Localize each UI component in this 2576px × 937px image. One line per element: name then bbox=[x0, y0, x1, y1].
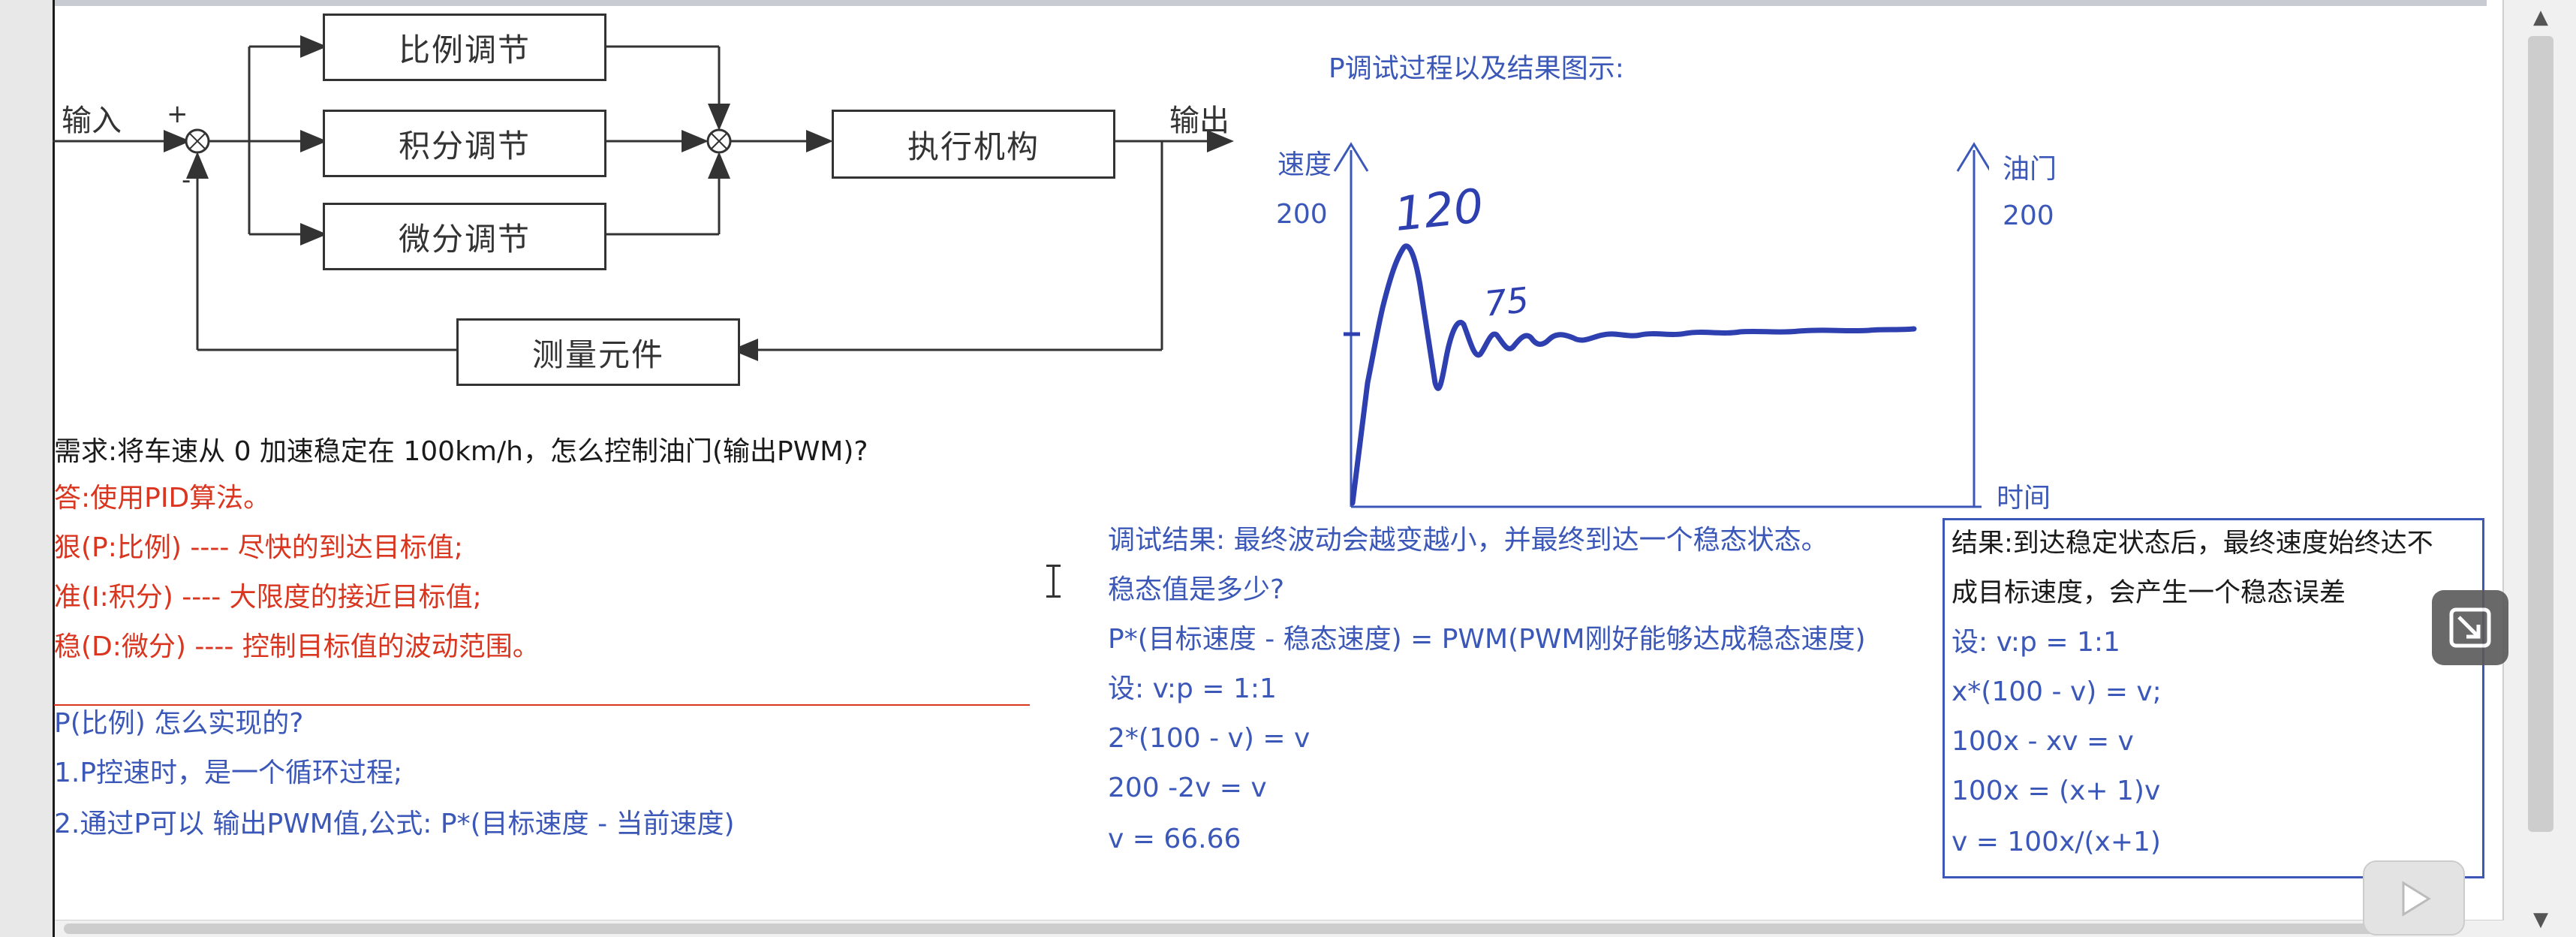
requirement-text: 需求:将车速从 0 加速稳定在 100km/h，怎么控制油门(输出PWM)? bbox=[54, 436, 868, 467]
speed-response-curve bbox=[1350, 243, 1917, 506]
assume-text: 设: v:p = 1:1 bbox=[1108, 673, 1277, 704]
proportional-block: 比例调节 bbox=[323, 14, 606, 81]
question-text: 稳态值是多少? bbox=[1108, 574, 1285, 605]
play-button[interactable] bbox=[2363, 860, 2465, 935]
sensor-block: 测量元件 bbox=[456, 318, 740, 386]
play-icon bbox=[2402, 881, 2431, 917]
d-term-text: 稳(D:微分) ---- 控制目标值的波动范围。 bbox=[54, 631, 540, 662]
horizontal-scroll-thumb[interactable] bbox=[64, 923, 2451, 934]
text-cursor-icon-top bbox=[1046, 565, 1061, 567]
speed-axis-value: 200 bbox=[1276, 199, 1328, 230]
scroll-down-icon[interactable]: ▼ bbox=[2528, 907, 2553, 932]
p-how-title: P(比例) 怎么实现的? bbox=[54, 708, 304, 739]
box-equation-1: x*(100 - v) = v; bbox=[1952, 676, 2162, 707]
peak2-annotation: 75 bbox=[1482, 279, 1531, 324]
output-label: 输出 bbox=[1169, 104, 1229, 138]
box-equation-3: 100x = (x+ 1)v bbox=[1952, 776, 2161, 806]
plus-sign: + bbox=[167, 99, 188, 129]
horizontal-scrollbar[interactable] bbox=[55, 920, 2504, 937]
time-axis-label: 时间 bbox=[1997, 483, 2051, 514]
red-divider bbox=[54, 704, 1030, 706]
actuator-block: 执行机构 bbox=[832, 110, 1115, 179]
box-result-line-1: 结果:到达稳定状态后，最终速度始终达不 bbox=[1952, 529, 2433, 559]
formula-text: P*(目标速度 - 稳态速度) = PWM(PWM刚好能够达成稳态速度) bbox=[1108, 624, 1866, 655]
p-term-text: 狠(P:比例) ---- 尽快的到达目标值; bbox=[54, 532, 463, 563]
box-result-line-2: 成目标速度，会产生一个稳态误差 bbox=[1952, 578, 2346, 608]
vertical-scroll-thumb[interactable] bbox=[2528, 36, 2553, 832]
exit-fullscreen-icon bbox=[2449, 607, 2491, 648]
box-assume: 设: v:p = 1:1 bbox=[1952, 627, 2120, 658]
equation-1: 2*(100 - v) = v bbox=[1108, 723, 1311, 754]
p-how-step-1: 1.P控速时，是一个循环过程; bbox=[54, 758, 403, 788]
box-equation-2: 100x - xv = v bbox=[1952, 726, 2134, 757]
integral-block: 积分调节 bbox=[323, 110, 606, 177]
text-cursor-icon bbox=[1052, 565, 1055, 598]
whiteboard-canvas: 比例调节 积分调节 微分调节 执行机构 测量元件 输入 输出 + - 需求:将车… bbox=[0, 0, 2576, 937]
minus-sign: - bbox=[182, 165, 191, 195]
input-label: 输入 bbox=[62, 104, 122, 138]
speed-axis-label: 速度 bbox=[1277, 149, 1332, 180]
vertical-scrollbar[interactable]: ▲ ▼ bbox=[2502, 0, 2576, 937]
result-text: 调试结果: 最终波动会越变越小，并最终到达一个稳态状态。 bbox=[1108, 525, 1828, 556]
equation-2: 200 -2v = v bbox=[1108, 773, 1267, 803]
throttle-axis-value: 200 bbox=[2003, 200, 2054, 231]
throttle-axis-label: 油门 bbox=[2003, 154, 2057, 185]
chart-title: P调试过程以及结果图示: bbox=[1329, 53, 1624, 84]
p-how-step-2: 2.通过P可以 输出PWM值,公式: P*(目标速度 - 当前速度) bbox=[54, 809, 735, 839]
p-tuning-sketch bbox=[1333, 142, 1989, 508]
text-cursor-icon-bottom bbox=[1046, 595, 1061, 598]
exit-fullscreen-button[interactable] bbox=[2432, 590, 2508, 665]
i-term-text: 准(I:积分) ---- 大限度的接近目标值; bbox=[54, 582, 482, 613]
answer-text: 答:使用PID算法。 bbox=[54, 483, 271, 514]
equation-3: v = 66.66 bbox=[1108, 824, 1241, 854]
peak1-annotation: 120 bbox=[1392, 178, 1486, 242]
derivative-block: 微分调节 bbox=[323, 203, 606, 270]
box-equation-4: v = 100x/(x+1) bbox=[1952, 827, 2161, 857]
scroll-up-icon[interactable]: ▲ bbox=[2528, 5, 2553, 30]
left-margin bbox=[0, 0, 55, 937]
